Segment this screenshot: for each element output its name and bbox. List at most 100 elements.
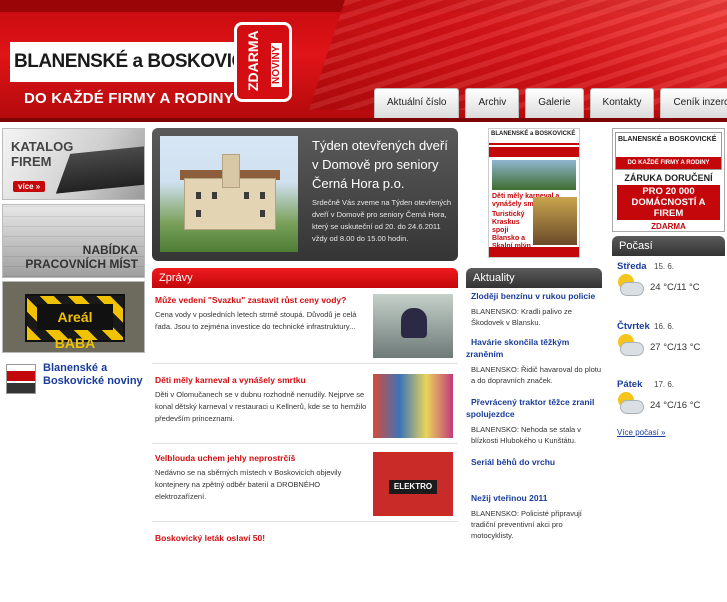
thumb-bar-red <box>7 371 35 381</box>
promo-line-2: PRO 20 000 DOMÁCNOSTÍ A FIREM <box>617 185 720 220</box>
news-title[interactable]: Velblouda uchem jehly neprostrčíš <box>155 452 375 464</box>
photo-tower <box>222 154 240 188</box>
photo-window <box>212 192 217 199</box>
promo-mini-title: BLANENSKÉ a BOSKOVICKÉ <box>618 136 717 143</box>
aktuality-text: BLANENSKO: Nehoda se stala v blízkosti H… <box>471 425 582 445</box>
logo-badge: ZDARMA NOVINY <box>234 22 292 102</box>
cloud-sun-icon <box>616 334 644 360</box>
katalog-line1: KATALOG <box>11 139 74 154</box>
header-bottom-border <box>0 118 727 122</box>
weather-day-name: Středa <box>617 261 647 272</box>
more-weather-link[interactable]: Více počasí » <box>617 428 665 437</box>
aktuality-title[interactable]: Nežij vteřinou 2011 <box>466 493 548 503</box>
news-image[interactable] <box>373 374 453 438</box>
news-title[interactable]: Může vedení "Svazku" zastavit růst ceny … <box>155 294 375 306</box>
katalog-line2: FIREM <box>11 154 52 169</box>
cover-red-bar <box>489 147 579 157</box>
weather-day-name: Pátek <box>617 379 643 390</box>
news-text: Děti v Olomučanech se v dubnu rozhodně n… <box>155 390 367 423</box>
nav-tab-galerie[interactable]: Galerie <box>525 88 584 118</box>
aktuality-text: BLANENSKO: Řidič havaroval do plotu a do… <box>471 365 602 385</box>
news-item: Velblouda uchem jehly neprostrčíš Nedávn… <box>152 450 458 522</box>
areal-baba-label: Areál BABA <box>37 304 113 351</box>
news-text: Cena vody v posledních letech strmě stou… <box>155 310 357 331</box>
weather-day-name: Čtvrtek <box>617 321 650 332</box>
news-title[interactable]: Děti měly karneval a vynášely smrtku <box>155 374 375 386</box>
logo-title: BLANENSKÉ a BOSKOVICKÉ <box>10 42 271 82</box>
aktuality-title[interactable]: Zloději benzínu v rukou policie <box>466 291 595 301</box>
cover-masthead: BLANENSKÉ a BOSKOVICKÉ <box>489 129 579 145</box>
current-issue-cover[interactable]: BLANENSKÉ a BOSKOVICKÉ Děti měly karneva… <box>488 128 580 258</box>
promo-line-1: ZÁRUKA DORUČENÍ <box>624 173 713 183</box>
cover-photo <box>492 160 576 190</box>
weather-day-date: 15. 6. <box>654 262 675 271</box>
cover-bottom-bar <box>489 247 579 257</box>
news-title[interactable]: Boskovický leták oslaví 50! <box>155 532 375 544</box>
thumb-bar-dark <box>7 383 35 393</box>
aktuality-item: Havárie skončila těžkým zraněním BLANENS… <box>466 336 602 386</box>
aktuality-title[interactable]: Seriál běhů do vrchu <box>466 457 555 467</box>
cloud-sun-icon <box>616 274 644 300</box>
news-item: Děti měly karneval a vynášely smrtku Dět… <box>152 372 458 444</box>
weather-day: Středa 15. 6. 24 °C/11 °C <box>612 258 725 310</box>
news-image[interactable] <box>373 294 453 358</box>
photo-window <box>260 210 265 217</box>
section-header-zpravy: Zprávy <box>152 268 458 288</box>
nabidka-banner-text: NABÍDKA PRACOVNÍCH MÍST <box>25 243 138 271</box>
featured-article-photo[interactable] <box>160 136 298 252</box>
news-item: Boskovický leták oslaví 50! <box>152 530 458 602</box>
nav-tab-archiv[interactable]: Archiv <box>465 88 520 118</box>
news-image[interactable]: ELEKTRO <box>373 452 453 516</box>
aktuality-title[interactable]: Převrácený traktor těžce zranil spolujez… <box>466 397 594 419</box>
promo-line-3: ZDARMA <box>651 222 686 231</box>
katalog-more-button[interactable]: více » <box>13 181 46 192</box>
weather-day: Pátek 17. 6. 24 °C/16 °C <box>612 376 725 428</box>
logo-subtitle: DO KAŽDÉ FIRMY A RODINY <box>24 90 234 107</box>
featured-article[interactable]: Týden otevřených dveří v Domově pro seni… <box>152 128 458 261</box>
aktuality-text: BLANENSKO: Kradli palivo ze Škodovek v B… <box>471 307 572 327</box>
aktuality-item: Seriál běhů do vrchu <box>466 456 602 468</box>
logo-badge-zdarma: ZDARMA <box>245 30 261 91</box>
katalog-firem-banner[interactable]: KATALOG FIREM více » <box>2 128 145 200</box>
nabidka-line2: PRACOVNÍCH MÍST <box>25 257 138 271</box>
nabidka-line1: NABÍDKA <box>82 243 138 257</box>
aktuality-text: BLANENSKO: Policisté připravují tradiční… <box>471 509 582 540</box>
section-header-aktuality: Aktuality <box>466 268 602 288</box>
weather-temp: 27 °C/13 °C <box>650 342 701 353</box>
weather-day: Čtvrtek 16. 6. 27 °C/13 °C <box>612 318 725 370</box>
aktuality-title[interactable]: Havárie skončila těžkým zraněním <box>466 337 569 359</box>
photo-window <box>260 192 265 199</box>
noviny-link[interactable]: Blanenské a Boskovické noviny <box>6 362 146 404</box>
weather-temp: 24 °C/11 °C <box>650 282 700 293</box>
promo-mini-subtitle: DO KAŽDÉ FIRMY A RODINY <box>616 157 721 169</box>
aktuality-item: Převrácený traktor těžce zranil spolujez… <box>466 396 602 446</box>
promo-mini-logo: BLANENSKÉ a BOSKOVICKÉ DO KAŽDÉ FIRMY A … <box>615 132 722 170</box>
news-text: Nedávno se na sběrných místech v Boskovi… <box>155 468 342 501</box>
weather-day-date: 16. 6. <box>654 322 675 331</box>
featured-article-title[interactable]: Týden otevřených dveří v Domově pro seni… <box>312 136 454 193</box>
delivery-promo-banner[interactable]: BLANENSKÉ a BOSKOVICKÉ DO KAŽDÉ FIRMY A … <box>612 128 725 232</box>
site-header: BLANENSKÉ a BOSKOVICKÉ DO KAŽDÉ FIRMY A … <box>0 0 727 120</box>
weather-day-date: 17. 6. <box>654 380 675 389</box>
noviny-link-label: Blanenské a Boskovické noviny <box>43 362 143 387</box>
elektro-label: ELEKTRO <box>389 480 437 494</box>
aktuality-item: Nežij vteřinou 2011 BLANENSKO: Policisté… <box>466 492 602 541</box>
areal-baba-banner[interactable]: Areál BABA <box>2 281 145 353</box>
noviny-thumbnail <box>6 364 36 394</box>
nav-tab-cenik-inzerce[interactable]: Ceník inzerce <box>660 88 727 118</box>
photo-window <box>196 210 201 217</box>
nav-tab-kontakty[interactable]: Kontakty <box>589 88 655 118</box>
news-item: Může vedení "Svazku" zastavit růst ceny … <box>152 292 458 364</box>
photo-window <box>196 192 201 199</box>
nav-tab-aktualni-cislo[interactable]: Aktuální číslo <box>374 88 460 118</box>
weather-temp: 24 °C/16 °C <box>650 400 701 411</box>
cloud-sun-icon <box>616 392 644 418</box>
top-navigation: Aktuální číslo Archiv Galerie Kontakty C… <box>374 88 727 118</box>
aktuality-item: Zloději benzínu v rukou policie BLANENSK… <box>466 290 602 328</box>
nabidka-pracovnich-mist-banner[interactable]: NABÍDKA PRACOVNÍCH MÍST <box>2 204 145 278</box>
logo-badge-noviny: NOVINY <box>271 42 282 87</box>
cover-photo-2 <box>533 197 577 245</box>
cover-headline-2: Turistický Kraskus spojí Blansko a Skaln… <box>492 211 531 250</box>
featured-article-text: Srdečně Vás zveme na Týden otevřených dv… <box>312 198 452 243</box>
site-logo[interactable]: BLANENSKÉ a BOSKOVICKÉ DO KAŽDÉ FIRMY A … <box>10 42 271 114</box>
